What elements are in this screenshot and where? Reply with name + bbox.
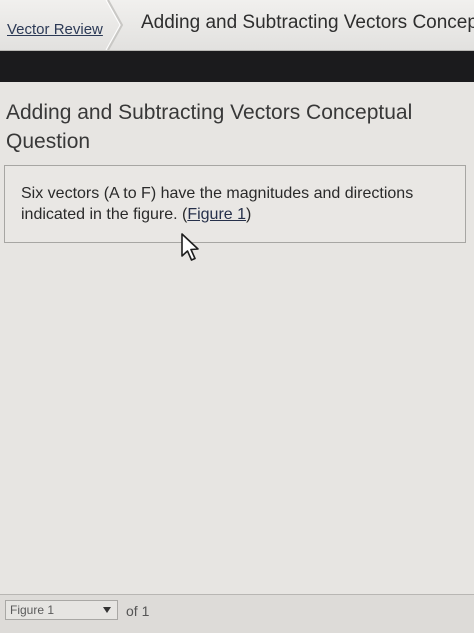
chevron-right-icon (105, 0, 124, 50)
mouse-pointer-icon (181, 233, 199, 261)
question-text: Six vectors (A to F) have the magnitudes… (21, 183, 457, 225)
breadcrumb-current-page: Adding and Subtracting Vectors Concept (141, 12, 474, 33)
question-box: Six vectors (A to F) have the magnitudes… (4, 165, 466, 243)
breadcrumb: Vector Review Adding and Subtracting Vec… (0, 0, 474, 51)
figure-count: of 1 (126, 603, 150, 619)
page-title: Adding and Subtracting Vectors Conceptua… (6, 101, 413, 153)
chevron-down-icon (103, 607, 111, 613)
figure-bar: Figure 1 of 1 (0, 594, 474, 633)
figure-1-link[interactable]: Figure 1 (187, 206, 246, 223)
question-text-after: ) (246, 206, 252, 223)
figure-select[interactable]: Figure 1 (5, 600, 118, 620)
main-content: Adding and Subtracting Vectors Conceptua… (0, 82, 474, 594)
header-band (0, 51, 474, 82)
breadcrumb-vector-review-link[interactable]: Vector Review (7, 21, 103, 38)
figure-select-value: Figure 1 (10, 603, 55, 617)
